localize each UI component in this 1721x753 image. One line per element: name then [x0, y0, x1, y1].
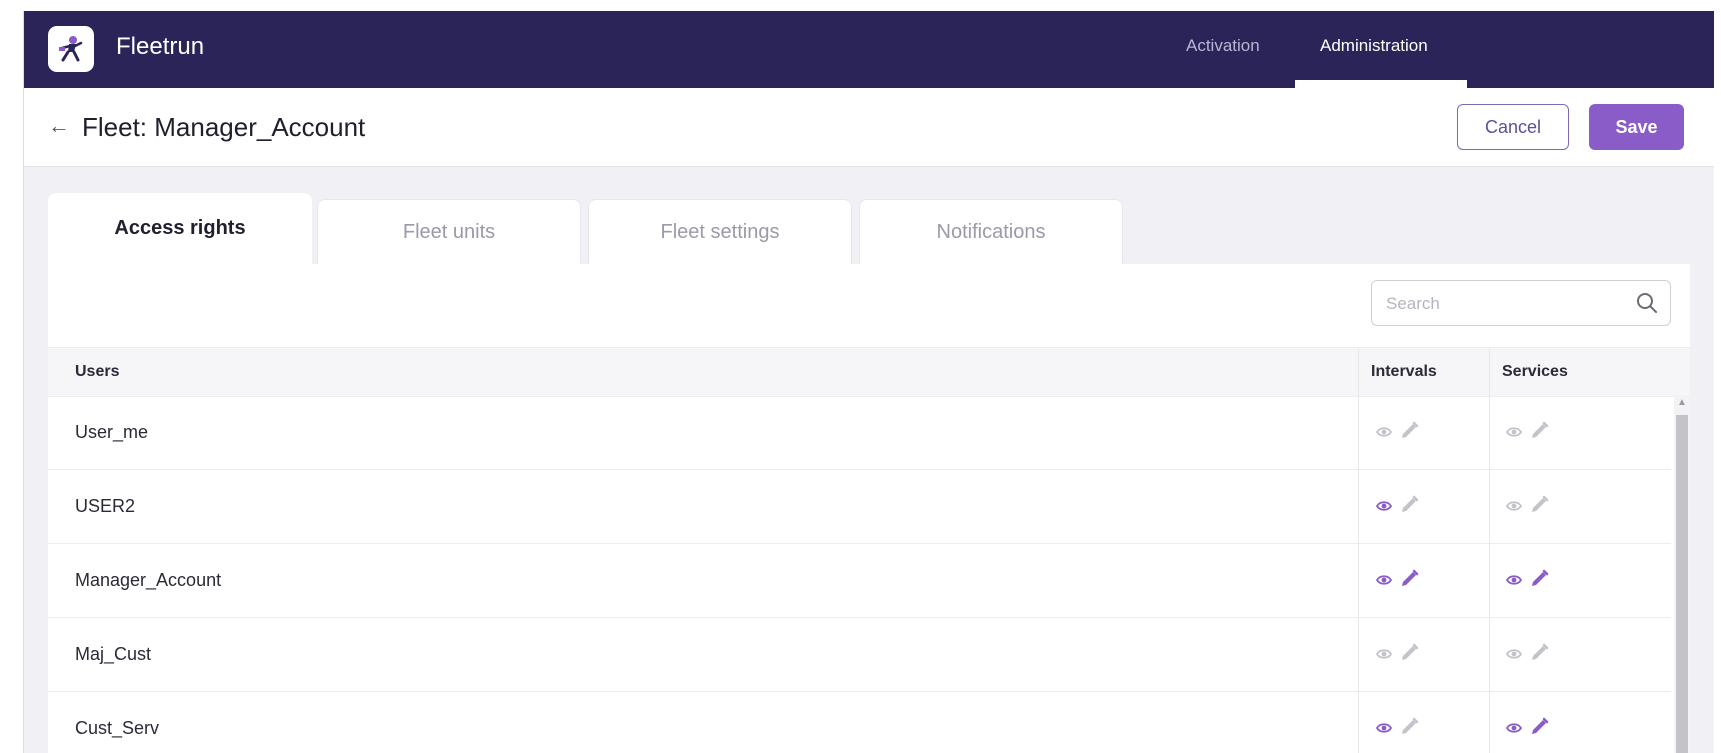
eye-icon[interactable] — [1375, 647, 1393, 665]
user-name: Manager_Account — [75, 570, 222, 590]
access-rights-panel: Users Intervals Services User_me USER2 Man… — [48, 264, 1690, 753]
column-divider — [1358, 347, 1359, 753]
pencil-icon[interactable] — [1398, 568, 1420, 595]
search-input[interactable] — [1384, 291, 1628, 317]
app-window: Fleetrun Activation Administration ← Fle… — [23, 11, 1714, 753]
eye-icon[interactable] — [1505, 573, 1523, 591]
tab-access-rights[interactable]: Access rights — [48, 193, 312, 264]
tab-fleet-units[interactable]: Fleet units — [317, 199, 581, 264]
page-header: ← Fleet: Manager_Account Cancel Save — [24, 88, 1714, 167]
intervals-permissions — [1375, 642, 1420, 669]
tab-fleet-settings[interactable]: Fleet settings — [588, 199, 852, 264]
top-bar: Fleetrun Activation Administration — [24, 11, 1714, 88]
save-button[interactable]: Save — [1589, 104, 1684, 150]
intervals-permissions — [1375, 420, 1420, 447]
services-permissions — [1505, 642, 1550, 669]
eye-icon[interactable] — [1505, 425, 1523, 443]
eye-icon[interactable] — [1505, 721, 1523, 739]
page-title: Fleet: Manager_Account — [82, 112, 366, 142]
cancel-button[interactable]: Cancel — [1457, 104, 1569, 150]
pencil-icon[interactable] — [1398, 494, 1420, 521]
pencil-icon[interactable] — [1528, 716, 1550, 743]
nav-tab-activation[interactable]: Activation — [1186, 36, 1260, 56]
table-row[interactable]: Manager_Account — [48, 544, 1671, 618]
table-row[interactable]: USER2 — [48, 470, 1671, 544]
eye-icon[interactable] — [1375, 499, 1393, 517]
search-icon[interactable] — [1636, 292, 1658, 314]
pencil-icon[interactable] — [1528, 642, 1550, 669]
pencil-icon[interactable] — [1528, 494, 1550, 521]
user-name: User_me — [75, 422, 149, 442]
pencil-icon[interactable] — [1398, 642, 1420, 669]
intervals-permissions — [1375, 494, 1420, 521]
column-divider — [1489, 347, 1490, 753]
eye-icon[interactable] — [1505, 647, 1523, 665]
user-name: Cust_Serv — [75, 718, 160, 738]
services-permissions — [1505, 420, 1550, 447]
fleetrun-logo-icon[interactable] — [48, 26, 94, 72]
column-header-intervals[interactable]: Intervals — [1371, 363, 1437, 381]
app-name: Fleetrun — [116, 33, 205, 60]
tab-notifications[interactable]: Notifications — [859, 199, 1123, 264]
eye-icon[interactable] — [1505, 499, 1523, 517]
services-permissions — [1505, 494, 1550, 521]
services-permissions — [1505, 716, 1550, 743]
table-row[interactable]: Cust_Serv — [48, 692, 1671, 753]
column-header-users[interactable]: Users — [75, 363, 119, 381]
table-row[interactable]: User_me — [48, 396, 1671, 470]
intervals-permissions — [1375, 716, 1420, 743]
eye-icon[interactable] — [1375, 721, 1393, 739]
user-name: USER2 — [75, 496, 136, 516]
pencil-icon[interactable] — [1398, 420, 1420, 447]
table-header: Users Intervals Services — [48, 347, 1690, 397]
intervals-permissions — [1375, 568, 1420, 595]
scrollbar-thumb[interactable] — [1676, 415, 1688, 753]
nav-tab-administration[interactable]: Administration — [1320, 36, 1428, 56]
nav-active-indicator — [1295, 80, 1467, 88]
user-name: Maj_Cust — [75, 644, 152, 664]
services-permissions — [1505, 568, 1550, 595]
table-row[interactable]: Maj_Cust — [48, 618, 1671, 692]
pencil-icon[interactable] — [1528, 420, 1550, 447]
back-arrow-icon[interactable]: ← — [48, 113, 70, 139]
scroll-up-arrow-icon[interactable]: ▲ — [1677, 397, 1687, 408]
eye-icon[interactable] — [1375, 425, 1393, 443]
pencil-icon[interactable] — [1528, 568, 1550, 595]
table-scrollbar[interactable]: ▲ — [1674, 395, 1690, 753]
search-box[interactable] — [1371, 280, 1671, 326]
eye-icon[interactable] — [1375, 573, 1393, 591]
pencil-icon[interactable] — [1398, 716, 1420, 743]
column-header-services[interactable]: Services — [1502, 363, 1568, 381]
